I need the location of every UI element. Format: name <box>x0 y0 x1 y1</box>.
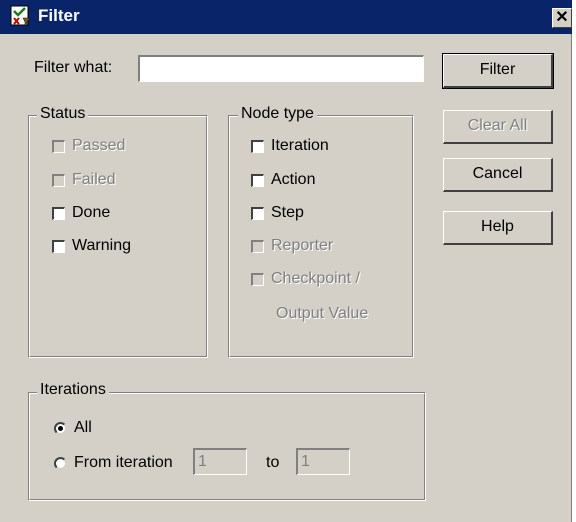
node-reporter-checkbox[interactable]: Reporter <box>251 237 333 255</box>
node-iteration-checkbox[interactable]: Iteration <box>251 137 329 155</box>
filter-app-icon <box>10 5 31 27</box>
from-iteration-input[interactable] <box>195 450 246 474</box>
to-label: to <box>266 454 280 471</box>
node-action-checkbox[interactable]: Action <box>251 171 315 189</box>
status-group-title: Status <box>37 105 89 123</box>
filter-dialog: Filter ✕ Filter what: Filter Clear All C… <box>0 0 572 522</box>
status-passed-label: Passed <box>72 137 126 154</box>
node-step-label: Step <box>271 204 304 221</box>
checkbox-box <box>52 173 65 187</box>
iterations-from-radio[interactable]: From iteration <box>54 454 173 472</box>
status-warning-checkbox[interactable]: Warning <box>52 237 131 255</box>
checkbox-box <box>251 173 264 187</box>
checkbox-box <box>251 239 264 253</box>
to-iteration-field[interactable] <box>296 448 350 475</box>
checkbox-box <box>251 272 264 286</box>
status-passed-checkbox[interactable]: Passed <box>52 137 125 155</box>
node-iteration-label: Iteration <box>271 137 329 154</box>
filter-what-label: Filter what: <box>34 59 113 76</box>
status-warning-label: Warning <box>72 237 131 254</box>
checkbox-box <box>52 239 65 253</box>
iterations-from-label: From iteration <box>74 454 173 471</box>
node-checkpoint-label: Checkpoint / <box>271 270 360 287</box>
checkbox-box <box>251 139 264 153</box>
radio-circle <box>54 421 67 435</box>
iterations-group-title: Iterations <box>37 381 109 399</box>
to-iteration-input[interactable] <box>298 450 349 474</box>
close-icon: ✕ <box>555 9 569 26</box>
title-bar[interactable]: Filter ✕ <box>0 0 572 34</box>
help-button[interactable]: Help <box>443 211 553 245</box>
node-checkpoint-checkbox[interactable]: Checkpoint / <box>251 270 360 288</box>
node-reporter-label: Reporter <box>271 237 334 254</box>
checkbox-box <box>52 206 65 220</box>
from-iteration-field[interactable] <box>193 448 247 475</box>
filter-what-field[interactable] <box>138 55 424 82</box>
node-output-value-label: Output Value <box>276 305 369 322</box>
cancel-button[interactable]: Cancel <box>443 158 553 192</box>
close-button[interactable]: ✕ <box>552 8 572 28</box>
filter-what-input[interactable] <box>140 57 423 81</box>
node-action-label: Action <box>271 171 316 188</box>
iterations-group <box>28 392 426 501</box>
status-done-label: Done <box>72 204 111 221</box>
node-step-checkbox[interactable]: Step <box>251 204 304 222</box>
iterations-all-label: All <box>74 419 92 436</box>
node-type-group-title: Node type <box>238 105 317 123</box>
filter-button[interactable]: Filter <box>442 53 554 89</box>
status-failed-checkbox[interactable]: Failed <box>52 171 116 189</box>
checkbox-box <box>251 206 264 220</box>
iterations-all-radio[interactable]: All <box>54 419 92 437</box>
status-done-checkbox[interactable]: Done <box>52 204 110 222</box>
window-title: Filter <box>38 6 80 25</box>
checkbox-box <box>52 139 65 153</box>
radio-circle <box>54 456 67 470</box>
status-failed-label: Failed <box>72 171 116 188</box>
clear-all-button[interactable]: Clear All <box>443 110 553 144</box>
